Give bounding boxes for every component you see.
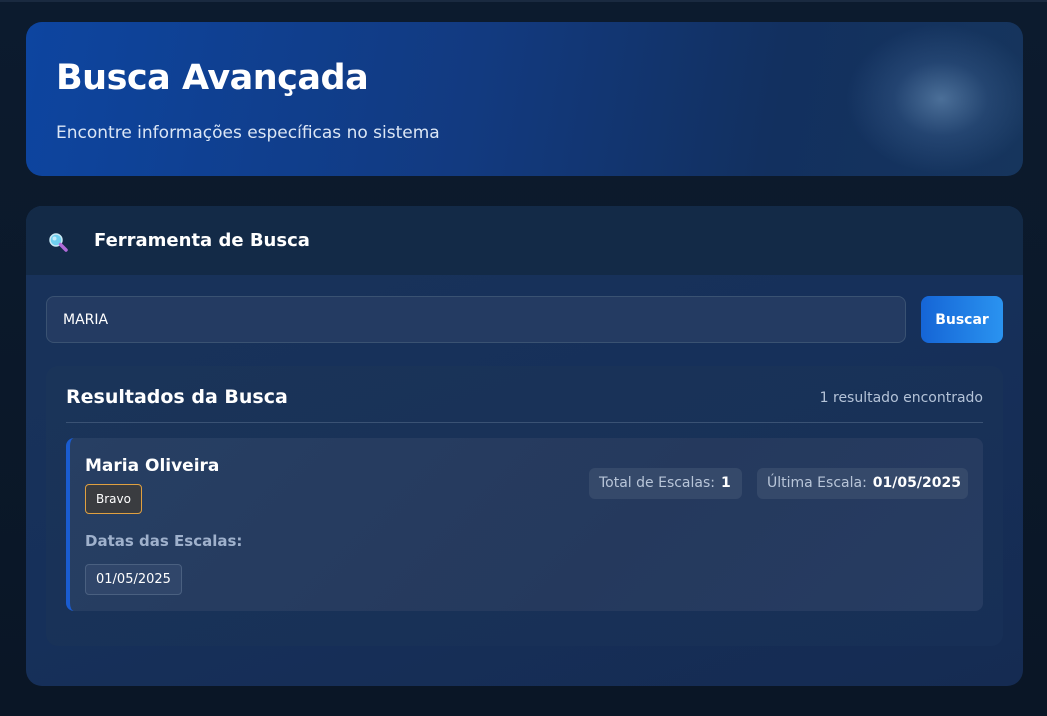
last-shift-value: 01/05/2025: [872, 475, 961, 491]
total-shifts-stat: Total de Escalas: 1: [589, 468, 742, 499]
results-title: Resultados da Busca: [66, 386, 288, 408]
last-shift-stat: Última Escala: 01/05/2025: [757, 468, 968, 499]
search-input[interactable]: [46, 296, 906, 343]
search-tool-header: Ferramenta de Busca: [26, 206, 1023, 275]
divider: [66, 422, 983, 423]
search-button[interactable]: Buscar: [921, 296, 1003, 343]
results-panel: Resultados da Busca 1 resultado encontra…: [46, 366, 1003, 646]
decorative-glow: [846, 24, 1023, 174]
search-tool-card: Ferramenta de Busca Buscar Resultados da…: [26, 206, 1023, 686]
magnifier-icon: [48, 232, 68, 252]
total-shifts-value: 1: [721, 475, 731, 491]
search-tool-title: Ferramenta de Busca: [94, 230, 310, 251]
total-shifts-label: Total de Escalas:: [599, 475, 715, 491]
team-badge: Bravo: [85, 484, 142, 514]
last-shift-label: Última Escala:: [767, 475, 867, 491]
results-count: 1 resultado encontrado: [819, 390, 983, 406]
page-header-banner: Busca Avançada Encontre informações espe…: [26, 22, 1023, 176]
page-title: Busca Avançada: [56, 58, 369, 98]
shift-dates-label: Datas das Escalas:: [85, 532, 243, 550]
person-name: Maria Oliveira: [85, 456, 220, 476]
page-subtitle: Encontre informações específicas no sist…: [56, 123, 440, 143]
shift-date-chip: 01/05/2025: [85, 564, 182, 595]
result-card[interactable]: Maria Oliveira Bravo Total de Escalas: 1 …: [66, 438, 983, 611]
page: Busca Avançada Encontre informações espe…: [0, 0, 1047, 716]
